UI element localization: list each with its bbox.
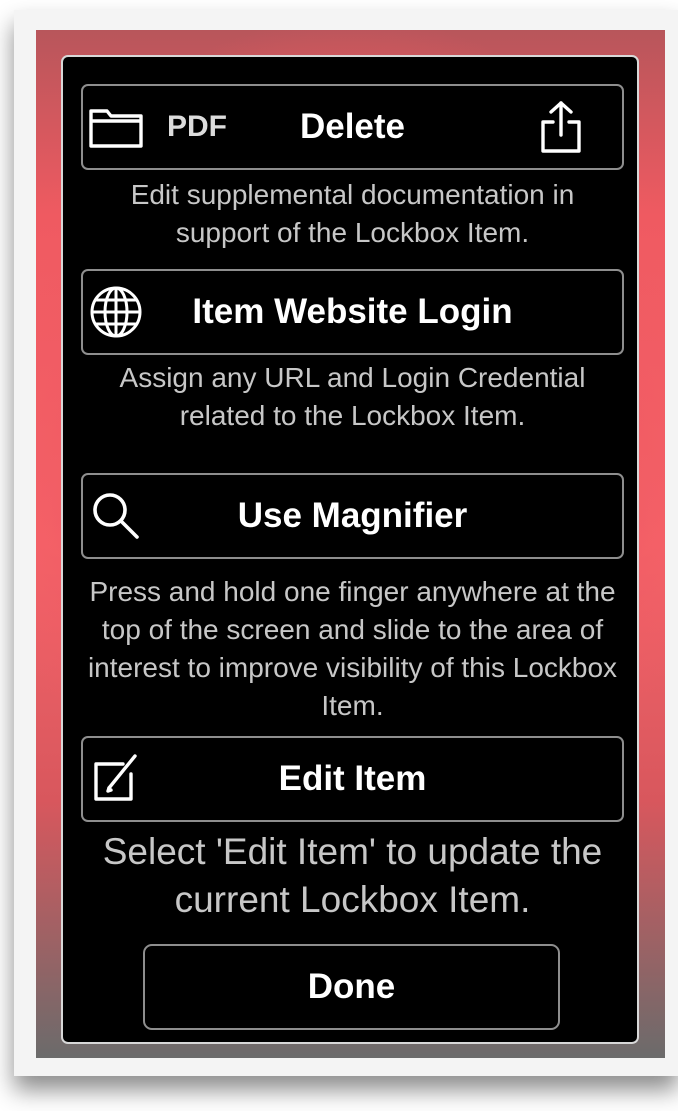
delete-button[interactable]: Delete: [300, 107, 405, 147]
edit-description: Select 'Edit Item' to update the current…: [102, 831, 603, 920]
item-website-login-label: Item Website Login: [192, 292, 513, 331]
document-description: Edit supplemental documentation in suppo…: [130, 179, 575, 248]
options-panel: PDF Delete Edit supplemental documentati…: [61, 55, 639, 1044]
globe-icon: [87, 283, 145, 341]
website-description: Assign any URL and Login Credential rela…: [119, 362, 586, 431]
done-button[interactable]: Done: [143, 944, 560, 1030]
use-magnifier-button[interactable]: Use Magnifier: [81, 473, 624, 559]
edit-icon: [87, 750, 145, 808]
pdf-button[interactable]: PDF: [167, 110, 227, 144]
folder-icon[interactable]: [87, 98, 145, 156]
edit-item-label: Edit Item: [278, 759, 427, 798]
item-website-login-button[interactable]: Item Website Login: [81, 269, 624, 355]
edit-item-button[interactable]: Edit Item: [81, 736, 624, 822]
document-row: PDF Delete: [81, 84, 624, 170]
magnifier-icon: [87, 487, 145, 545]
magnifier-description: Press and hold one finger anywhere at th…: [87, 576, 618, 721]
share-icon[interactable]: [538, 99, 584, 155]
use-magnifier-label: Use Magnifier: [237, 496, 468, 535]
